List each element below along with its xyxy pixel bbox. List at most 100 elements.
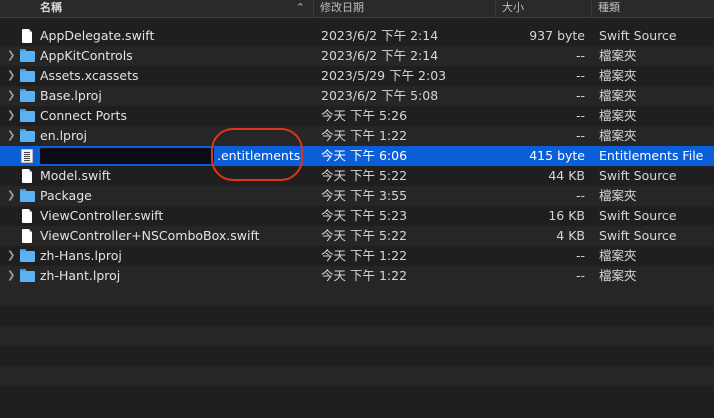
disclosure-chevron-right-icon[interactable]: ❯ bbox=[7, 186, 17, 206]
file-name: ViewController.swift bbox=[40, 208, 164, 223]
file-size: -- bbox=[575, 188, 585, 203]
file-kind: 檔案夾 bbox=[599, 248, 637, 263]
column-header-name-label: 名稱 bbox=[40, 1, 62, 14]
column-header-size[interactable]: 大小 bbox=[495, 0, 591, 17]
file-row[interactable]: ViewController+NSComboBox.swift 今天 下午 5:… bbox=[0, 226, 714, 246]
empty-row bbox=[0, 366, 714, 386]
file-row-selected[interactable]: .entitlements 今天 下午 6:06 415 byte Entitl… bbox=[0, 146, 714, 166]
file-size: -- bbox=[575, 68, 585, 83]
file-size: 937 byte bbox=[529, 28, 585, 43]
file-name: .entitlements bbox=[217, 148, 301, 163]
file-name: zh-Hans.lproj bbox=[40, 248, 122, 263]
folder-icon bbox=[19, 69, 35, 83]
file-kind: 檔案夾 bbox=[599, 188, 637, 203]
file-kind: 檔案夾 bbox=[599, 108, 637, 123]
empty-row bbox=[0, 386, 714, 406]
column-header-date-label: 修改日期 bbox=[320, 1, 364, 14]
folder-icon bbox=[19, 269, 35, 283]
disclosure-chevron-right-icon[interactable]: ❯ bbox=[7, 66, 17, 86]
entitlements-file-icon bbox=[19, 149, 35, 163]
empty-row bbox=[0, 306, 714, 326]
disclosure-chevron-right-icon[interactable]: ❯ bbox=[7, 86, 17, 106]
empty-row bbox=[0, 286, 714, 306]
file-kind: Swift Source bbox=[599, 208, 677, 223]
redacted-filename-block bbox=[40, 148, 214, 164]
folder-row[interactable]: ❯ Assets.xcassets 2023/5/29 下午 2:03 -- 檔… bbox=[0, 66, 714, 86]
file-date: 今天 下午 5:23 bbox=[321, 208, 408, 223]
empty-row bbox=[0, 326, 714, 346]
file-date: 今天 下午 1:22 bbox=[321, 128, 408, 143]
file-kind: Swift Source bbox=[599, 168, 677, 183]
file-date: 2023/6/2 下午 2:14 bbox=[321, 48, 439, 63]
folder-row[interactable]: ❯ Connect Ports 今天 下午 5:26 -- 檔案夾 bbox=[0, 106, 714, 126]
file-kind: 檔案夾 bbox=[599, 128, 637, 143]
folder-row[interactable]: ❯ zh-Hans.lproj 今天 下午 1:22 -- 檔案夾 bbox=[0, 246, 714, 266]
file-name: Base.lproj bbox=[40, 88, 102, 103]
finder-list-view: 名稱 ⌃ 修改日期 大小 種類 AppDelegate.swift 2023/6… bbox=[0, 0, 714, 418]
column-header-date[interactable]: 修改日期 bbox=[313, 0, 495, 17]
file-date: 今天 下午 5:22 bbox=[321, 228, 408, 243]
file-kind: 檔案夾 bbox=[599, 88, 637, 103]
column-header-name[interactable]: 名稱 ⌃ bbox=[0, 0, 313, 17]
swift-file-icon bbox=[19, 29, 35, 43]
folder-icon bbox=[19, 109, 35, 123]
folder-icon bbox=[19, 189, 35, 203]
file-name: Connect Ports bbox=[40, 108, 127, 123]
file-kind: 檔案夾 bbox=[599, 68, 637, 83]
file-name: zh-Hant.lproj bbox=[40, 268, 121, 283]
file-list: AppDelegate.swift 2023/6/2 下午 2:14 937 b… bbox=[0, 26, 714, 286]
swift-file-icon bbox=[19, 169, 35, 183]
file-kind: Swift Source bbox=[599, 28, 677, 43]
file-size: 16 KB bbox=[548, 208, 585, 223]
file-kind: 檔案夾 bbox=[599, 48, 637, 63]
column-header-kind[interactable]: 種類 bbox=[591, 0, 714, 17]
file-date: 2023/6/2 下午 2:14 bbox=[321, 28, 439, 43]
folder-icon bbox=[19, 49, 35, 63]
file-size: 4 KB bbox=[556, 228, 585, 243]
file-size: -- bbox=[575, 128, 585, 143]
swift-file-icon bbox=[19, 209, 35, 223]
file-name: Model.swift bbox=[40, 168, 111, 183]
file-date: 2023/6/2 下午 5:08 bbox=[321, 88, 439, 103]
file-name: en.lproj bbox=[40, 128, 87, 143]
file-kind: Swift Source bbox=[599, 228, 677, 243]
file-name: Assets.xcassets bbox=[40, 68, 139, 83]
folder-row[interactable]: ❯ Package 今天 下午 3:55 -- 檔案夾 bbox=[0, 186, 714, 206]
file-kind: Entitlements File bbox=[599, 148, 704, 163]
folder-icon bbox=[19, 89, 35, 103]
disclosure-chevron-right-icon[interactable]: ❯ bbox=[7, 46, 17, 66]
file-name: Package bbox=[40, 188, 92, 203]
file-row[interactable]: AppDelegate.swift 2023/6/2 下午 2:14 937 b… bbox=[0, 26, 714, 46]
file-size: -- bbox=[575, 248, 585, 263]
folder-row[interactable]: ❯ Base.lproj 2023/6/2 下午 5:08 -- 檔案夾 bbox=[0, 86, 714, 106]
column-header-kind-label: 種類 bbox=[598, 1, 620, 14]
disclosure-chevron-right-icon[interactable]: ❯ bbox=[7, 106, 17, 126]
file-date: 今天 下午 5:22 bbox=[321, 168, 408, 183]
folder-row[interactable]: ❯ en.lproj 今天 下午 1:22 -- 檔案夾 bbox=[0, 126, 714, 146]
folder-row[interactable]: ❯ AppKitControls 2023/6/2 下午 2:14 -- 檔案夾 bbox=[0, 46, 714, 66]
disclosure-chevron-right-icon[interactable]: ❯ bbox=[7, 246, 17, 266]
file-name: AppKitControls bbox=[40, 48, 133, 63]
file-size: 44 KB bbox=[548, 168, 585, 183]
empty-list-area bbox=[0, 286, 714, 406]
file-date: 今天 下午 3:55 bbox=[321, 188, 408, 203]
file-name: AppDelegate.swift bbox=[40, 28, 155, 43]
file-row[interactable]: ViewController.swift 今天 下午 5:23 16 KB Sw… bbox=[0, 206, 714, 226]
folder-icon bbox=[19, 249, 35, 263]
file-size: -- bbox=[575, 108, 585, 123]
folder-icon bbox=[19, 129, 35, 143]
file-date: 今天 下午 1:22 bbox=[321, 268, 408, 283]
disclosure-chevron-right-icon[interactable]: ❯ bbox=[7, 126, 17, 146]
file-size: -- bbox=[575, 48, 585, 63]
empty-row bbox=[0, 346, 714, 366]
folder-row[interactable]: ❯ zh-Hant.lproj 今天 下午 1:22 -- 檔案夾 bbox=[0, 266, 714, 286]
file-date: 今天 下午 5:26 bbox=[321, 108, 408, 123]
file-size: -- bbox=[575, 268, 585, 283]
sort-chevron-up-icon: ⌃ bbox=[295, 1, 305, 14]
disclosure-chevron-right-icon[interactable]: ❯ bbox=[7, 266, 17, 286]
file-size: 415 byte bbox=[529, 148, 585, 163]
file-row[interactable]: Model.swift 今天 下午 5:22 44 KB Swift Sourc… bbox=[0, 166, 714, 186]
swift-file-icon bbox=[19, 229, 35, 243]
file-size: -- bbox=[575, 88, 585, 103]
file-date: 2023/5/29 下午 2:03 bbox=[321, 68, 447, 83]
